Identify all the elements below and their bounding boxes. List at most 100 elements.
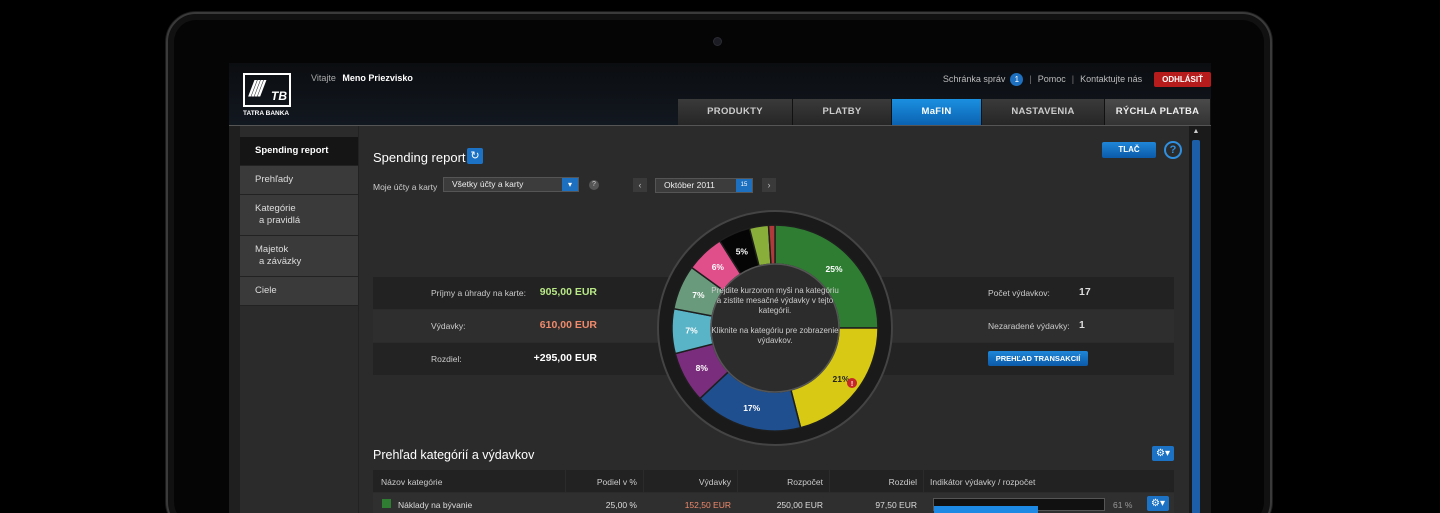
- question-icon[interactable]: ?: [589, 180, 599, 190]
- donut-segment-label: 6%: [712, 262, 725, 272]
- uncategorized-value: 1: [1079, 319, 1085, 331]
- category-name[interactable]: Náklady na bývanie: [398, 500, 472, 510]
- content-area: Spending report Prehľady Kategórie a pra…: [229, 125, 1211, 513]
- main-tabs: PRODUKTY PLATBY MaFIN NASTAVENIA RÝCHLA …: [678, 99, 1211, 127]
- divider: |: [1071, 74, 1075, 84]
- divider: |: [1029, 74, 1032, 84]
- sidebar: Spending report Prehľady Kategórie a pra…: [240, 137, 358, 306]
- column-divider: [643, 470, 644, 492]
- donut-segment-label: 17%: [743, 403, 760, 413]
- category-expenses: 152,50 EUR: [684, 500, 731, 510]
- help-icon[interactable]: ?: [1164, 141, 1182, 159]
- row-settings-gear-icon[interactable]: ⚙▾: [1147, 496, 1169, 511]
- user-name: Meno Priezvisko: [342, 73, 413, 83]
- banking-app-screen: //// TB TATRA BANKA Vitajte Meno Priezvi…: [229, 63, 1211, 513]
- difference-value: +295,00 EUR: [533, 352, 597, 364]
- donut-hint-hover: Prejdite kurzorom myši na kategóriu a zi…: [711, 286, 839, 315]
- col-expenses-header[interactable]: Výdavky: [649, 477, 731, 487]
- contact-link[interactable]: Kontaktujte nás: [1080, 74, 1142, 84]
- budget-indicator-percent: 61 %: [1113, 500, 1133, 510]
- next-month-button[interactable]: ›: [762, 178, 776, 192]
- scrollbar[interactable]: [1192, 140, 1200, 513]
- sidebar-item-label: Kategórie: [255, 203, 296, 214]
- top-links: Schránka správ 1 | Pomoc | Kontaktujte n…: [943, 71, 1211, 87]
- top-bar: //// TB TATRA BANKA Vitajte Meno Priezvi…: [229, 63, 1211, 127]
- logout-button[interactable]: ODHLÁSIŤ: [1154, 71, 1211, 87]
- tab-produkty[interactable]: PRODUKTY: [678, 99, 793, 125]
- difference-label: Rozdiel:: [431, 354, 462, 364]
- uncategorized-label: Nezaradené výdavky:: [988, 321, 1070, 331]
- column-divider: [829, 470, 830, 492]
- print-button[interactable]: TLAČ: [1102, 142, 1156, 158]
- tab-quick-payment[interactable]: RÝCHLA PLATBA: [1105, 99, 1211, 125]
- donut-segment-label: 25%: [826, 264, 843, 274]
- tab-platby[interactable]: PLATBY: [793, 99, 892, 125]
- col-share-header[interactable]: Podiel v %: [571, 477, 637, 487]
- sidebar-item-categories[interactable]: Kategórie a pravidlá: [240, 195, 358, 236]
- column-divider: [737, 470, 738, 492]
- donut-segment-label: 5%: [736, 246, 749, 256]
- expense-count-value: 17: [1079, 286, 1091, 298]
- spending-donut-chart: 25% 21% 17% 8% 7% 7% 6% 5% ! Prejdite kurzorom …: [655, 208, 895, 448]
- tatra-banka-logo[interactable]: //// TB TATRA BANKA: [243, 73, 293, 119]
- left-gutter: [229, 126, 240, 513]
- section-title: Prehľad kategórií a výdavkov: [373, 448, 535, 462]
- logo-tb: TB: [271, 89, 287, 103]
- month-field[interactable]: Október 2011 15: [655, 178, 753, 193]
- month-value: Október 2011: [664, 180, 715, 190]
- table-row[interactable]: Náklady na bývanie 25,00 % 152,50 EUR 25…: [373, 493, 1174, 513]
- budget-indicator-bar: [933, 498, 1105, 513]
- category-color-swatch: [382, 499, 391, 508]
- col-budget-header[interactable]: Rozpočet: [743, 477, 823, 487]
- donut-center-text: Prejdite kurzorom myši na kategóriu a zi…: [711, 286, 839, 356]
- tab-mafin[interactable]: MaFIN: [892, 99, 982, 127]
- inbox-link[interactable]: Schránka správ: [943, 74, 1006, 84]
- sidebar-item-spending-report[interactable]: Spending report: [240, 137, 358, 166]
- calendar-icon[interactable]: 15: [736, 179, 752, 192]
- accounts-label: Moje účty a karty: [373, 182, 438, 192]
- help-link[interactable]: Pomoc: [1038, 74, 1066, 84]
- column-divider: [565, 470, 566, 492]
- gear-icon[interactable]: ⚙▾: [1152, 446, 1174, 461]
- col-indicator-header[interactable]: Indikátor výdavky / rozpočet: [930, 477, 1035, 487]
- income-label: Príjmy a úhrady na karte:: [431, 288, 526, 298]
- sidebar-item-label: Majetok: [255, 244, 289, 255]
- camera-icon: [713, 37, 722, 46]
- transactions-overview-button[interactable]: PREHĽAD TRANSAKCIÍ: [988, 351, 1088, 366]
- sidebar-item-label: a záväzky: [259, 256, 302, 267]
- scroll-up-arrow-icon[interactable]: ▲: [1190, 128, 1202, 138]
- category-difference: 97,50 EUR: [875, 500, 917, 510]
- accounts-select-value: Všetky účty a karty: [452, 179, 524, 189]
- expense-count-label: Počet výdavkov:: [988, 288, 1050, 298]
- sidebar-item-prehlady[interactable]: Prehľady: [240, 166, 358, 195]
- col-diff-header[interactable]: Rozdiel: [835, 477, 917, 487]
- category-share: 25,00 %: [605, 500, 637, 510]
- page-title: Spending report: [373, 150, 466, 165]
- inbox-count-badge[interactable]: 1: [1010, 72, 1024, 86]
- income-value: 905,00 EUR: [539, 286, 597, 298]
- chevron-down-icon: ▾: [562, 178, 578, 191]
- refresh-icon[interactable]: ↻: [467, 148, 483, 164]
- expenses-label: Výdavky:: [431, 321, 466, 331]
- tab-nastavenia[interactable]: NASTAVENIA: [982, 99, 1105, 125]
- sidebar-item-goals[interactable]: Ciele: [240, 277, 358, 306]
- alert-icon-glyph: !: [851, 381, 853, 388]
- sidebar-item-label: a pravidlá: [259, 215, 301, 226]
- category-budget: 250,00 EUR: [776, 500, 823, 510]
- spending-report-panel: Spending report ↻ TLAČ ? Moje účty a kar…: [359, 126, 1189, 513]
- logo-stripes-icon: ////: [249, 76, 265, 101]
- donut-segment-label: 7%: [692, 290, 705, 300]
- bank-name: TATRA BANKA: [243, 110, 290, 117]
- sidebar-item-assets[interactable]: Majetok a záväzky: [240, 236, 358, 277]
- previous-month-button[interactable]: ‹: [633, 178, 647, 192]
- donut-segment-label: 8%: [696, 363, 709, 373]
- welcome-label: Vitajte: [311, 73, 336, 83]
- table-header: Názov kategórie Podiel v % Výdavky Rozpo…: [373, 470, 1174, 492]
- donut-segment-label: 7%: [685, 326, 698, 336]
- expenses-value: 610,00 EUR: [539, 319, 597, 331]
- column-divider: [923, 470, 924, 492]
- donut-hint-click: Kliknite na kategóriu pre zobrazenie výd…: [711, 326, 839, 345]
- accounts-select[interactable]: Všetky účty a karty ▾: [443, 177, 579, 192]
- budget-indicator-fill: [934, 506, 1038, 513]
- col-name-header[interactable]: Názov kategórie: [381, 477, 442, 487]
